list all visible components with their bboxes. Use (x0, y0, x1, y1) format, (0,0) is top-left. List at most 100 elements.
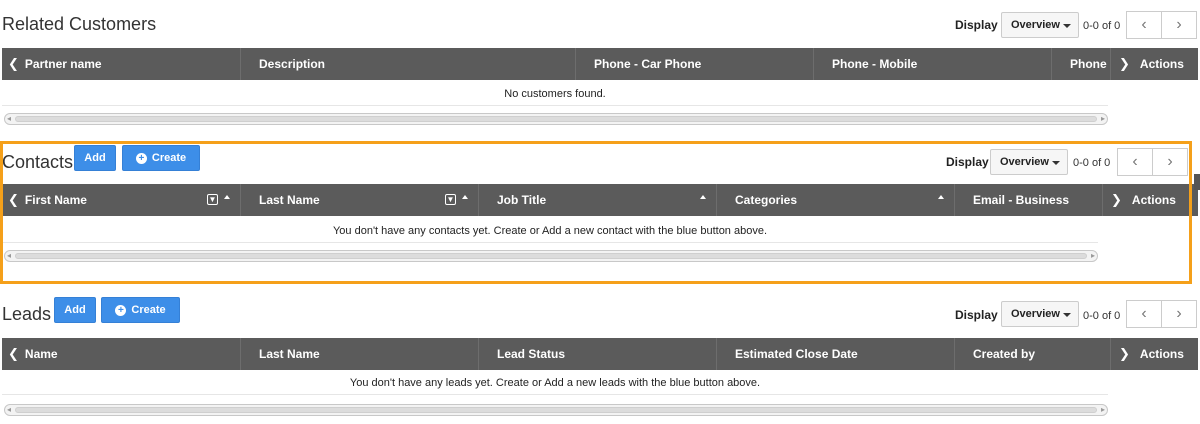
column-label: Created by (973, 347, 1036, 361)
add-lead-button[interactable]: Add (54, 297, 96, 323)
column-last-name[interactable]: Last Name ▼ (241, 184, 479, 216)
column-estimated-close-date[interactable]: Estimated Close Date (717, 338, 955, 370)
column-phone-car[interactable]: Phone - Car Phone (576, 48, 814, 80)
add-contact-button[interactable]: Add (74, 145, 116, 171)
column-label: Description (259, 57, 326, 71)
column-label: Phone (1070, 57, 1107, 71)
create-contact-button[interactable]: + Create (122, 145, 200, 171)
scroll-right-icon[interactable]: ▸ (1091, 251, 1095, 261)
empty-message: You don't have any leads yet. Create or … (349, 377, 761, 389)
scroll-left-icon[interactable]: ◂ (7, 405, 11, 415)
column-partner-name[interactable]: ❮ Partner name (2, 48, 241, 80)
display-select-value: Overview (1000, 156, 1049, 168)
column-label: Last Name (259, 193, 320, 207)
column-created-by[interactable]: Created by (955, 338, 1110, 370)
horizontal-scrollbar[interactable]: ◂ ▸ (4, 250, 1098, 262)
chevron-right-icon[interactable]: ❯ (1119, 56, 1130, 72)
actions-column[interactable]: ❯ Actions (1102, 184, 1190, 216)
create-label: Create (131, 304, 166, 316)
column-email-business[interactable]: Email - Business (955, 184, 1100, 216)
next-page-button[interactable]: › (1152, 148, 1188, 176)
chevron-left-icon[interactable]: ❮ (8, 56, 19, 72)
divider (2, 394, 1108, 395)
side-panel-tab[interactable] (1194, 174, 1200, 190)
display-select[interactable]: Overview (1001, 301, 1079, 327)
column-name[interactable]: ❮ Name (2, 338, 241, 370)
prev-page-button[interactable]: ‹ (1126, 11, 1162, 39)
column-categories[interactable]: Categories (717, 184, 955, 216)
column-label: Partner name (24, 57, 102, 71)
column-lead-status[interactable]: Lead Status (479, 338, 717, 370)
next-page-button[interactable]: › (1161, 300, 1197, 328)
chevron-left-icon: ‹ (1141, 16, 1147, 33)
create-label: Create (151, 152, 187, 164)
chevron-left-icon: ‹ (1132, 153, 1138, 170)
prev-page-button[interactable]: ‹ (1117, 148, 1153, 176)
empty-message: No customers found. (504, 88, 606, 100)
chevron-right-icon: › (1167, 153, 1173, 170)
chevron-left-icon: ‹ (1141, 305, 1147, 322)
actions-label: Actions (1139, 57, 1184, 71)
divider (2, 105, 1108, 106)
pager-text: 0-0 of 0 (1083, 310, 1121, 322)
scroll-right-icon[interactable]: ▸ (1101, 114, 1105, 124)
related-customers-title: Related Customers (2, 14, 157, 34)
caret-down-icon (1063, 24, 1071, 28)
sort-asc-icon[interactable] (938, 195, 944, 199)
caret-down-icon (1052, 161, 1060, 165)
column-phone[interactable]: Phone (1052, 48, 1110, 80)
column-label: Email - Business (973, 193, 1070, 207)
contacts-title: Contacts (2, 152, 74, 172)
display-select-value: Overview (1011, 19, 1060, 31)
horizontal-scrollbar[interactable]: ◂ ▸ (4, 404, 1108, 416)
column-description[interactable]: Description (241, 48, 576, 80)
column-first-name[interactable]: ❮ First Name ▼ (2, 184, 241, 216)
empty-message: You don't have any contacts yet. Create … (332, 225, 768, 237)
filter-icon[interactable]: ▼ (445, 194, 456, 205)
display-label: Display (955, 308, 998, 322)
column-label: Categories (735, 193, 798, 207)
column-label: First Name (24, 193, 87, 207)
display-label: Display (955, 18, 998, 32)
create-lead-button[interactable]: + Create (101, 297, 180, 323)
filter-icon[interactable]: ▼ (207, 194, 218, 205)
next-page-button[interactable]: › (1161, 11, 1197, 39)
caret-down-icon (1063, 313, 1071, 317)
column-label: Estimated Close Date (735, 347, 858, 361)
chevron-right-icon[interactable]: ❯ (1119, 346, 1130, 362)
column-label: Phone - Car Phone (594, 57, 702, 71)
pager-text: 0-0 of 0 (1083, 20, 1121, 32)
leads-table-header: ❮ Name Last Name Lead Status Estimated C… (2, 338, 1198, 370)
scrollbar-thumb[interactable] (15, 407, 1097, 413)
chevron-right-icon[interactable]: ❯ (1111, 192, 1122, 208)
column-last-name[interactable]: Last Name (241, 338, 479, 370)
sort-asc-icon[interactable] (700, 195, 706, 199)
prev-page-button[interactable]: ‹ (1126, 300, 1162, 328)
chevron-left-icon[interactable]: ❮ (8, 346, 19, 362)
display-label: Display (946, 155, 989, 169)
display-select[interactable]: Overview (1001, 12, 1079, 38)
chevron-right-icon: › (1176, 16, 1182, 33)
display-select[interactable]: Overview (990, 149, 1068, 175)
column-job-title[interactable]: Job Title (479, 184, 717, 216)
actions-column[interactable]: ❯ Actions (1110, 338, 1198, 370)
actions-label: Actions (1139, 347, 1184, 361)
column-label: Name (24, 347, 58, 361)
scroll-left-icon[interactable]: ◂ (7, 114, 11, 124)
horizontal-scrollbar[interactable]: ◂ ▸ (4, 113, 1108, 125)
scroll-right-icon[interactable]: ▸ (1101, 405, 1105, 415)
chevron-left-icon[interactable]: ❮ (8, 192, 19, 208)
plus-circle-icon: + (115, 304, 127, 316)
scroll-left-icon[interactable]: ◂ (7, 251, 11, 261)
sort-asc-icon[interactable] (462, 195, 468, 199)
scrollbar-thumb[interactable] (15, 116, 1097, 122)
scrollbar-thumb[interactable] (15, 253, 1087, 259)
actions-column[interactable]: ❯ Actions (1110, 48, 1198, 80)
display-select-value: Overview (1011, 308, 1060, 320)
column-phone-mobile[interactable]: Phone - Mobile (814, 48, 1052, 80)
column-label: Job Title (497, 193, 547, 207)
sort-asc-icon[interactable] (224, 195, 230, 199)
contacts-section: Contacts Add + Create Display Overview 0… (0, 141, 1200, 284)
column-label: Last Name (259, 347, 320, 361)
plus-circle-icon: + (135, 152, 147, 164)
